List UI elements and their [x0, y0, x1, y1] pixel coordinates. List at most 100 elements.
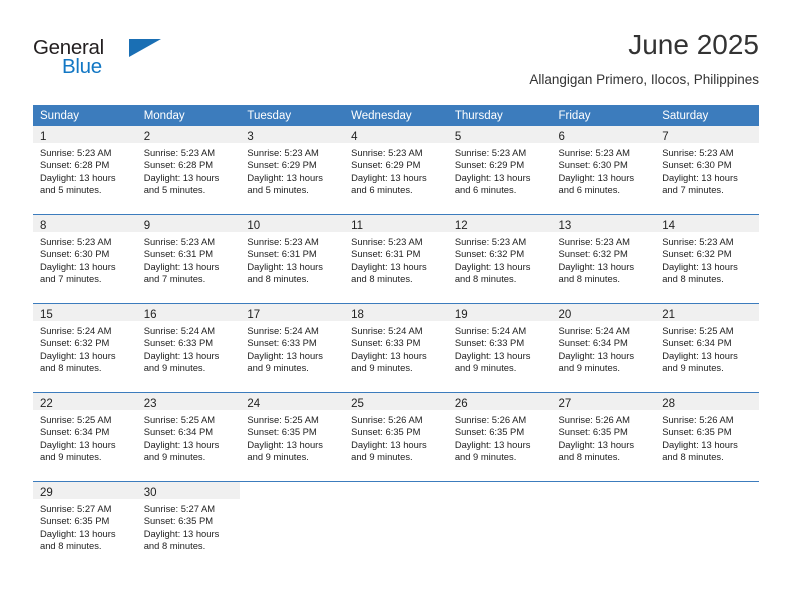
- day-astronomy-info: Sunrise: 5:24 AM Sunset: 6:33 PM Daylight:…: [137, 321, 241, 375]
- day-astronomy-info: Sunrise: 5:27 AM Sunset: 6:35 PM Daylight:…: [137, 499, 241, 553]
- sunset-text: Sunset: 6:29 PM: [454, 159, 525, 171]
- daylight-text-line2: and 8 minutes.: [558, 273, 621, 285]
- day-cell-30[interactable]: 30 Sunrise: 5:27 AM Sunset: 6:35 PM Dayligh…: [136, 482, 241, 570]
- daylight-text-line2: and 5 minutes.: [40, 184, 102, 196]
- day-cell-20[interactable]: 20 Sunrise: 5:24 AM Sunset: 6:34 PM Dayligh…: [551, 304, 656, 392]
- day-number-band: 29: [33, 482, 137, 499]
- calendar-day-cell: 9 Sunrise: 5:23 AM Sunset: 6:31 PM Daylight…: [136, 214, 241, 304]
- day-astronomy-info: Sunrise: 5:23 AM Sunset: 6:29 PM Daylight:…: [344, 143, 448, 197]
- sunset-text: Sunset: 6:31 PM: [247, 248, 317, 260]
- day-cell-1[interactable]: 1 Sunrise: 5:23 AM Sunset: 6:28 PM Daylight…: [33, 126, 137, 214]
- day-cell-3[interactable]: 3 Sunrise: 5:23 AM Sunset: 6:29 PM Daylight…: [240, 126, 345, 214]
- day-cell-25[interactable]: 25 Sunrise: 5:26 AM Sunset: 6:35 PM Dayligh…: [344, 393, 448, 481]
- day-cell-23[interactable]: 23 Sunrise: 5:25 AM Sunset: 6:34 PM Dayligh…: [136, 393, 241, 481]
- day-number-band: 13: [551, 215, 656, 232]
- day-astronomy-info: Sunrise: 5:25 AM Sunset: 6:34 PM Daylight:…: [33, 410, 137, 464]
- calendar-day-cell: 15 Sunrise: 5:24 AM Sunset: 6:32 PM Dayligh…: [33, 303, 137, 393]
- sunset-text: Sunset: 6:35 PM: [454, 426, 525, 438]
- sunrise-text: Sunrise: 5:23 AM: [351, 147, 423, 158]
- day-astronomy-info: Sunrise: 5:23 AM Sunset: 6:30 PM Daylight:…: [33, 232, 137, 286]
- day-cell-27[interactable]: 27 Sunrise: 5:26 AM Sunset: 6:35 PM Dayligh…: [551, 393, 656, 481]
- day-astronomy-info: Sunrise: 5:23 AM Sunset: 6:31 PM Daylight:…: [137, 232, 241, 286]
- sunrise-text: Sunrise: 5:23 AM: [662, 147, 734, 158]
- daylight-text-line2: and 8 minutes.: [40, 362, 102, 374]
- daylight-text-line1: Daylight: 13 hours: [454, 438, 531, 450]
- day-cell-4[interactable]: 4 Sunrise: 5:23 AM Sunset: 6:29 PM Daylight…: [344, 126, 448, 214]
- sunrise-text: Sunrise: 5:23 AM: [247, 236, 319, 247]
- calendar-day-cell: 26 Sunrise: 5:26 AM Sunset: 6:35 PM Dayligh…: [447, 392, 552, 482]
- general-blue-logo[interactable]: General Blue: [33, 36, 163, 84]
- day-number: 15: [40, 309, 53, 321]
- day-astronomy-info: Sunrise: 5:26 AM Sunset: 6:35 PM Daylight:…: [552, 410, 656, 464]
- daylight-text-line2: and 9 minutes.: [558, 362, 621, 374]
- day-number: 8: [40, 220, 47, 232]
- daylight-text-line2: and 9 minutes.: [247, 362, 309, 374]
- day-cell-7[interactable]: 7 Sunrise: 5:23 AM Sunset: 6:30 PM Daylight…: [655, 126, 759, 214]
- daylight-text-line1: Daylight: 13 hours: [143, 171, 220, 183]
- day-number: 5: [454, 131, 462, 143]
- daylight-text-line2: and 8 minutes.: [247, 273, 309, 285]
- day-cell-5[interactable]: 5 Sunrise: 5:23 AM Sunset: 6:29 PM Daylight…: [447, 126, 552, 214]
- day-cell-2[interactable]: 2 Sunrise: 5:23 AM Sunset: 6:28 PM Daylight…: [136, 126, 241, 214]
- daylight-text-line1: Daylight: 13 hours: [247, 260, 323, 272]
- sunrise-text: Sunrise: 5:23 AM: [143, 147, 216, 158]
- day-cell-10[interactable]: 10 Sunrise: 5:23 AM Sunset: 6:31 PM Dayligh…: [240, 215, 345, 303]
- day-cell-17[interactable]: 17 Sunrise: 5:24 AM Sunset: 6:33 PM Dayligh…: [240, 304, 345, 392]
- day-cell-24[interactable]: 24 Sunrise: 5:25 AM Sunset: 6:35 PM Dayligh…: [240, 393, 345, 481]
- daylight-text-line2: and 8 minutes.: [143, 540, 206, 552]
- calendar-day-cell: 27 Sunrise: 5:26 AM Sunset: 6:35 PM Dayligh…: [551, 392, 656, 482]
- daylight-text-line1: Daylight: 13 hours: [662, 260, 738, 272]
- day-cell-13[interactable]: 13 Sunrise: 5:23 AM Sunset: 6:32 PM Dayligh…: [551, 215, 656, 303]
- sunset-text: Sunset: 6:33 PM: [454, 337, 525, 349]
- daylight-text-line2: and 8 minutes.: [662, 273, 724, 285]
- day-cell-15[interactable]: 15 Sunrise: 5:24 AM Sunset: 6:32 PM Dayligh…: [33, 304, 137, 392]
- day-cell-28[interactable]: 28 Sunrise: 5:26 AM Sunset: 6:35 PM Dayligh…: [655, 393, 759, 481]
- day-cell-6[interactable]: 6 Sunrise: 5:23 AM Sunset: 6:30 PM Daylight…: [551, 126, 656, 214]
- day-cell-19[interactable]: 19 Sunrise: 5:24 AM Sunset: 6:33 PM Dayligh…: [447, 304, 552, 392]
- daylight-text-line1: Daylight: 13 hours: [558, 349, 635, 361]
- calendar-day-cell-empty: [344, 481, 448, 570]
- day-number-band: 19: [447, 304, 552, 321]
- day-astronomy-info: Sunrise: 5:24 AM Sunset: 6:32 PM Daylight:…: [33, 321, 137, 375]
- daylight-text-line2: and 5 minutes.: [143, 184, 206, 196]
- sunrise-text: Sunrise: 5:23 AM: [454, 236, 527, 247]
- sunset-text: Sunset: 6:32 PM: [558, 248, 628, 260]
- day-number-band: 3: [240, 126, 345, 143]
- sunrise-text: Sunrise: 5:27 AM: [143, 503, 216, 514]
- daylight-text-line1: Daylight: 13 hours: [40, 171, 116, 183]
- sunset-text: Sunset: 6:30 PM: [40, 248, 110, 260]
- sunset-text: Sunset: 6:35 PM: [558, 426, 628, 438]
- daylight-text-line1: Daylight: 13 hours: [247, 438, 323, 450]
- day-cell-14[interactable]: 14 Sunrise: 5:23 AM Sunset: 6:32 PM Dayligh…: [655, 215, 759, 303]
- daylight-text-line1: Daylight: 13 hours: [143, 349, 220, 361]
- calendar-day-cell: 11 Sunrise: 5:23 AM Sunset: 6:31 PM Dayligh…: [344, 214, 448, 304]
- day-cell-11[interactable]: 11 Sunrise: 5:23 AM Sunset: 6:31 PM Dayligh…: [344, 215, 448, 303]
- daylight-text-line2: and 7 minutes.: [143, 273, 206, 285]
- day-cell-18[interactable]: 18 Sunrise: 5:24 AM Sunset: 6:33 PM Dayligh…: [344, 304, 448, 392]
- sunset-text: Sunset: 6:29 PM: [351, 159, 421, 171]
- daylight-text-line1: Daylight: 13 hours: [558, 171, 635, 183]
- day-cell-22[interactable]: 22 Sunrise: 5:25 AM Sunset: 6:34 PM Dayligh…: [33, 393, 137, 481]
- sunrise-text: Sunrise: 5:23 AM: [558, 147, 630, 158]
- daylight-text-line2: and 8 minutes.: [558, 451, 621, 463]
- daylight-text-line2: and 9 minutes.: [247, 451, 309, 463]
- sunrise-text: Sunrise: 5:23 AM: [143, 236, 216, 247]
- day-cell-8[interactable]: 8 Sunrise: 5:23 AM Sunset: 6:30 PM Daylight…: [33, 215, 137, 303]
- day-number: 9: [143, 220, 151, 232]
- day-cell-16[interactable]: 16 Sunrise: 5:24 AM Sunset: 6:33 PM Dayligh…: [136, 304, 241, 392]
- day-number: 13: [558, 220, 572, 232]
- day-number: 2: [143, 131, 151, 143]
- day-number: 1: [40, 131, 47, 143]
- day-number-band: 28: [655, 393, 759, 410]
- calendar-day-cell: 21 Sunrise: 5:25 AM Sunset: 6:34 PM Dayligh…: [655, 303, 759, 393]
- day-cell-21[interactable]: 21 Sunrise: 5:25 AM Sunset: 6:34 PM Dayligh…: [655, 304, 759, 392]
- day-number: 29: [40, 487, 53, 499]
- day-cell-26[interactable]: 26 Sunrise: 5:26 AM Sunset: 6:35 PM Dayligh…: [447, 393, 552, 481]
- sunrise-text: Sunrise: 5:26 AM: [351, 414, 423, 425]
- day-number-band: 7: [655, 126, 759, 143]
- day-cell-29[interactable]: 29 Sunrise: 5:27 AM Sunset: 6:35 PM Dayligh…: [33, 482, 137, 570]
- sunrise-text: Sunrise: 5:23 AM: [40, 147, 112, 158]
- day-cell-12[interactable]: 12 Sunrise: 5:23 AM Sunset: 6:32 PM Dayligh…: [447, 215, 552, 303]
- day-cell-9[interactable]: 9 Sunrise: 5:23 AM Sunset: 6:31 PM Daylight…: [136, 215, 241, 303]
- daylight-text-line2: and 8 minutes.: [40, 540, 102, 552]
